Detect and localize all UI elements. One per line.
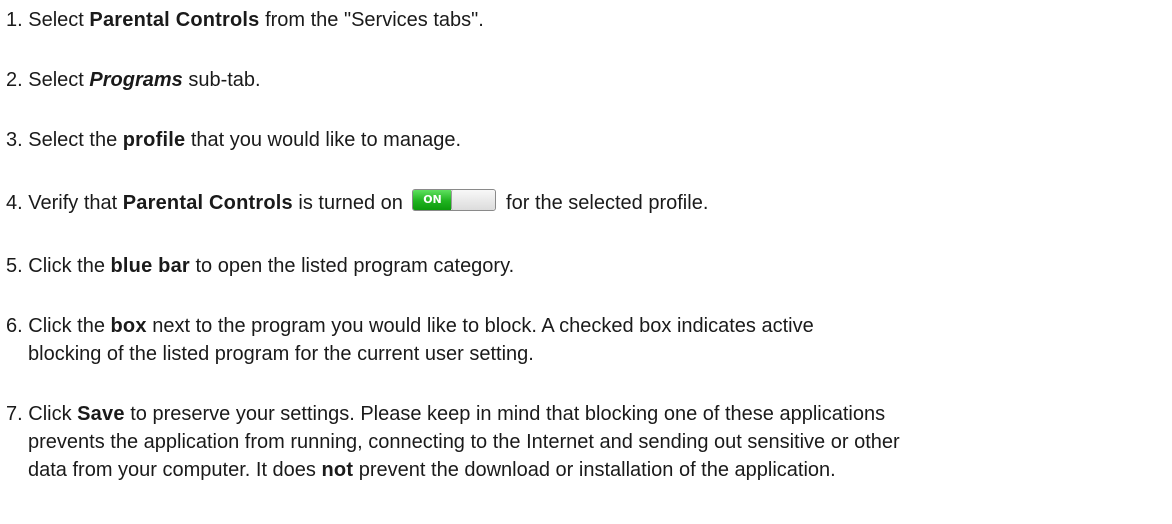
step-number: 1. — [6, 9, 29, 31]
step-7: 7. Click Save to preserve your settings.… — [6, 400, 900, 484]
step-number: 2. — [6, 69, 29, 91]
step-number: 6. — [6, 315, 29, 337]
step-text: data from your computer. It does — [28, 459, 322, 481]
step-text-continued: data from your computer. It does not pre… — [6, 456, 900, 484]
toggle-knob — [451, 190, 496, 210]
step-emphasis: Save — [77, 403, 125, 425]
step-text: sub-tab. — [182, 69, 261, 91]
step-text: prevent the download or installation of … — [353, 459, 836, 481]
step-number: 3. — [6, 129, 29, 151]
step-text: Select the — [28, 129, 123, 151]
step-text: Click the — [28, 315, 111, 337]
step-5: 5. Click the blue bar to open the listed… — [6, 252, 514, 280]
step-text: Verify that — [28, 192, 123, 214]
step-emphasis: Parental Controls — [122, 192, 293, 214]
step-text: to open the listed program category. — [189, 255, 515, 277]
step-text: Click — [28, 403, 78, 425]
step-text: is turned on — [292, 192, 409, 214]
step-text: from the "Services tabs". — [259, 9, 484, 31]
step-2: 2. Select Programs sub-tab. — [6, 66, 261, 94]
step-emphasis: not — [321, 459, 354, 481]
step-text-continued: blocking of the listed program for the c… — [28, 343, 534, 365]
step-emphasis: box — [110, 315, 147, 337]
step-text: Select — [28, 9, 90, 31]
step-text-continued: prevents the application from running, c… — [28, 431, 900, 453]
step-emphasis: profile — [122, 129, 186, 151]
on-toggle-icon: ON — [412, 189, 497, 211]
step-text: Click the — [28, 255, 111, 277]
step-emphasis: Parental Controls — [89, 9, 260, 31]
step-text: next to the program you would like to bl… — [146, 315, 814, 337]
step-number: 4. — [6, 192, 29, 214]
step-text: Select — [28, 69, 90, 91]
step-emphasis: Programs — [89, 69, 183, 91]
step-number: 5. — [6, 255, 29, 277]
step-1: 1. Select Parental Controls from the "Se… — [6, 6, 484, 34]
step-3: 3. Select the profile that you would lik… — [6, 126, 461, 154]
step-number: 7. — [6, 403, 29, 425]
toggle-on-label: ON — [413, 190, 452, 210]
step-text: to preserve your settings. Please keep i… — [124, 403, 886, 425]
step-text: that you would like to manage. — [185, 129, 462, 151]
step-text: for the selected profile. — [500, 192, 709, 214]
step-emphasis: blue bar — [110, 255, 190, 277]
step-4: 4. Verify that Parental Controls is turn… — [6, 189, 708, 217]
step-6: 6. Click the box next to the program you… — [6, 312, 814, 368]
